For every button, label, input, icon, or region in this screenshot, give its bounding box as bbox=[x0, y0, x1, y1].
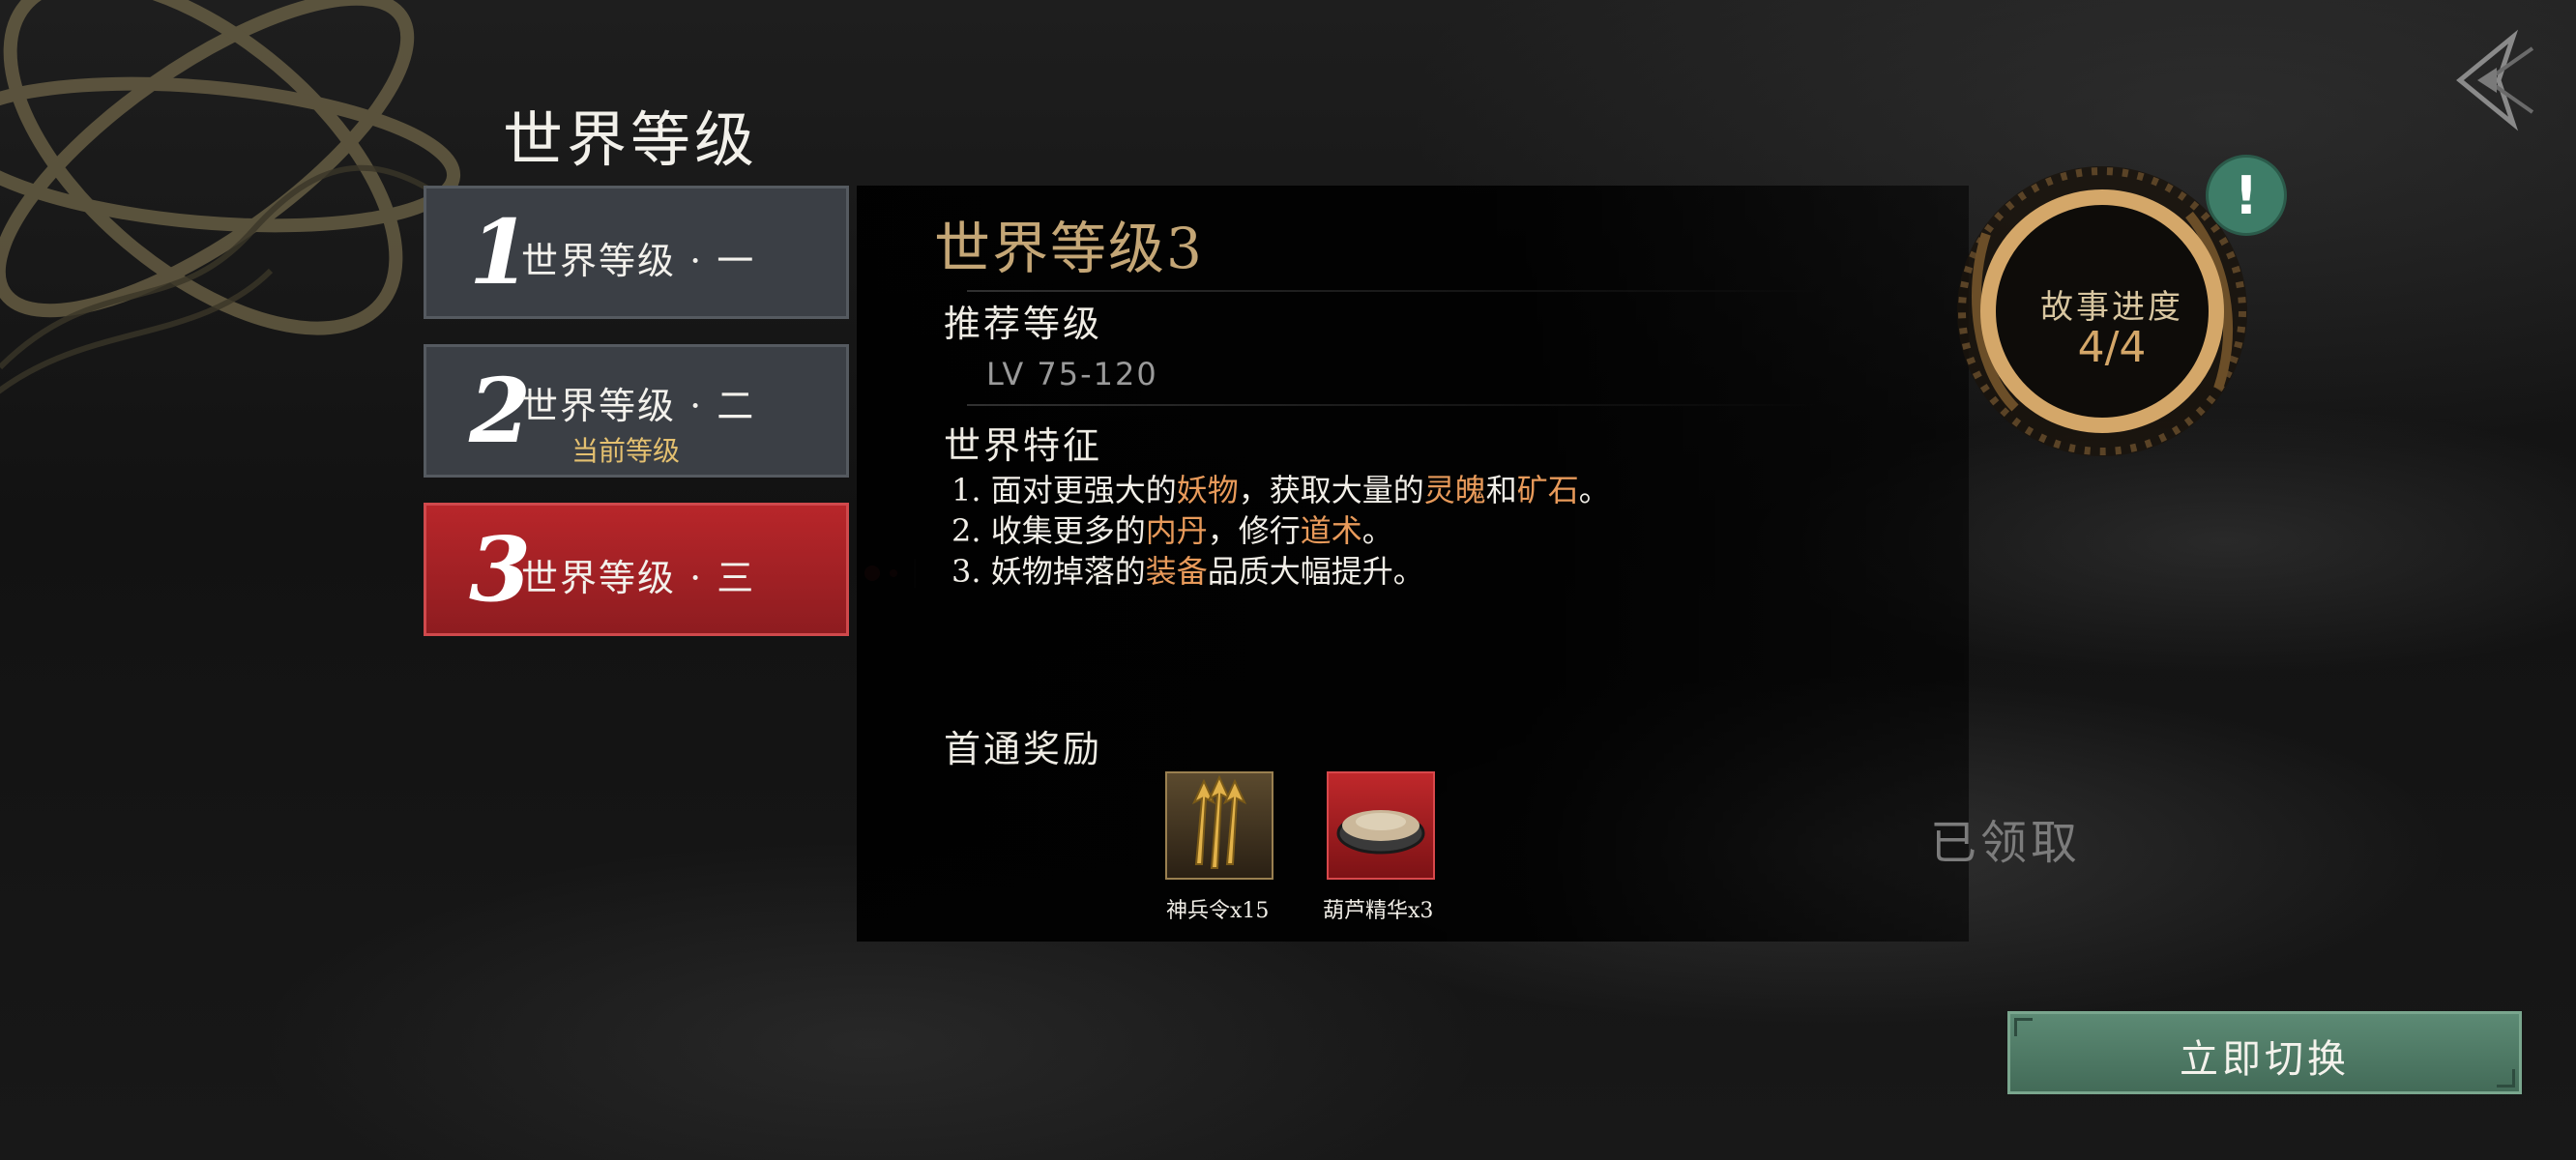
world-features-heading: 世界特征 bbox=[944, 424, 1103, 467]
page-title: 世界等级 bbox=[503, 104, 759, 175]
world-level-1-button[interactable]: 1 世界等级 · 一 bbox=[424, 186, 849, 319]
detail-title: 世界等级3 bbox=[934, 216, 1204, 281]
level-label: 世界等级 · 三 bbox=[521, 557, 756, 599]
claimed-status: 已领取 bbox=[1930, 816, 2082, 870]
feature-text: 和 bbox=[1485, 472, 1517, 508]
highlight-text: 道术 bbox=[1300, 512, 1362, 549]
feature-text: 1. 面对更强大的 bbox=[951, 472, 1177, 508]
reward-item-1[interactable] bbox=[1165, 771, 1273, 880]
feature-line-1: 1. 面对更强大的妖物，获取大量的灵魄和矿石。 bbox=[951, 466, 1610, 510]
feature-text: 2. 收集更多的 bbox=[951, 512, 1146, 549]
story-progress-value: 4/4 bbox=[2077, 323, 2147, 372]
reward-label-1: 神兵令x15 bbox=[1166, 899, 1270, 923]
highlight-text: 矿石 bbox=[1516, 472, 1579, 508]
feature-text: ，修行 bbox=[1207, 512, 1301, 549]
highlight-text: 内丹 bbox=[1145, 512, 1208, 549]
feature-text: 3. 妖物掉落的 bbox=[951, 553, 1146, 590]
divider bbox=[967, 404, 1818, 406]
alert-icon[interactable]: ! bbox=[2206, 155, 2287, 236]
recommended-level-heading: 推荐等级 bbox=[944, 303, 1103, 345]
feature-line-3: 3. 妖物掉落的装备品质大幅提升。 bbox=[951, 547, 1424, 592]
essence-bowl-icon bbox=[1336, 810, 1425, 855]
divider bbox=[967, 290, 1818, 292]
world-level-2-button[interactable]: 2 世界等级 · 二 当前等级 bbox=[424, 344, 849, 478]
alert-mark: ! bbox=[2234, 165, 2259, 226]
current-level-badge: 当前等级 bbox=[571, 435, 681, 467]
first-clear-rewards-heading: 首通奖励 bbox=[944, 728, 1103, 770]
highlight-text: 装备 bbox=[1145, 553, 1208, 590]
switch-now-button[interactable]: 立即切换 bbox=[2007, 1011, 2522, 1094]
feature-text: 。 bbox=[1361, 512, 1393, 549]
level-range: LV 75-120 bbox=[986, 356, 1158, 392]
reward-item-2[interactable] bbox=[1327, 771, 1435, 880]
switch-button-label: 立即切换 bbox=[2180, 1037, 2350, 1082]
back-icon[interactable] bbox=[2441, 27, 2547, 133]
feature-text: ，获取大量的 bbox=[1238, 472, 1424, 508]
highlight-text: 妖物 bbox=[1176, 472, 1239, 508]
feature-text: 品质大幅提升。 bbox=[1207, 553, 1424, 590]
story-progress-label: 故事进度 bbox=[2040, 288, 2183, 327]
reward-label-2: 葫芦精华x3 bbox=[1323, 899, 1434, 923]
level-label: 世界等级 · 二 bbox=[521, 385, 756, 427]
feature-line-2: 2. 收集更多的内丹，修行道术。 bbox=[951, 507, 1393, 551]
highlight-text: 灵魄 bbox=[1423, 472, 1486, 508]
world-level-3-button[interactable]: 3 世界等级 · 三 bbox=[424, 503, 849, 636]
arrows-token-icon bbox=[1191, 774, 1247, 869]
level-label: 世界等级 · 一 bbox=[521, 240, 756, 282]
feature-text: 。 bbox=[1578, 472, 1610, 508]
